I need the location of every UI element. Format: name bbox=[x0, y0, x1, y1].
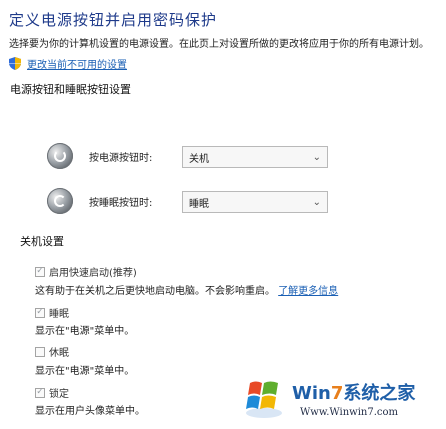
shutdown-settings-heading: 关机设置 bbox=[20, 235, 64, 248]
hibernate-checkbox[interactable] bbox=[35, 346, 45, 357]
lock-description: 显示在用户头像菜单中。 bbox=[35, 406, 145, 417]
sleep-button-label: 按睡眠按钮时: bbox=[89, 197, 153, 209]
sleep-description: 显示在"电源"菜单中。 bbox=[35, 326, 135, 337]
lock-checkbox[interactable]: ✓ bbox=[35, 387, 45, 398]
watermark-url: Www.Winwin7.com bbox=[300, 407, 398, 418]
windows-flag-icon bbox=[246, 381, 282, 418]
fast-startup-checkbox[interactable]: ✓ bbox=[35, 266, 45, 277]
chevron-down-icon: ⌄ bbox=[312, 151, 321, 163]
sleep-button-icon bbox=[47, 188, 73, 214]
hibernate-description: 显示在"电源"菜单中。 bbox=[35, 366, 135, 377]
sleep-label: 睡眠 bbox=[49, 309, 69, 320]
power-button-action-select[interactable]: 关机 ⌄ bbox=[182, 146, 328, 168]
power-button-row: 按电源按钮时: bbox=[47, 142, 181, 170]
sleep-option[interactable]: ✓ 睡眠 bbox=[35, 305, 69, 320]
hibernate-option[interactable]: 休眠 bbox=[35, 344, 69, 359]
fast-startup-desc-text: 这有助于在关机之后更快地启动电脑。不会影响重启。 bbox=[35, 286, 275, 297]
power-button-action-value: 关机 bbox=[189, 153, 209, 165]
watermark-brand-suffix: 系统之家 bbox=[343, 383, 416, 404]
hibernate-label: 休眠 bbox=[49, 348, 69, 359]
shield-icon bbox=[9, 57, 21, 70]
sleep-button-row: 按睡眠按钮时: bbox=[47, 187, 181, 215]
fast-startup-description: 这有助于在关机之后更快地启动电脑。不会影响重启。 了解更多信息 bbox=[35, 282, 338, 297]
sleep-checkbox[interactable]: ✓ bbox=[35, 307, 45, 318]
fast-startup-label: 启用快速启动(推荐) bbox=[49, 268, 137, 279]
watermark-brand-prefix: Win bbox=[292, 383, 331, 404]
lock-option[interactable]: ✓ 锁定 bbox=[35, 385, 69, 400]
page-title: 定义电源按钮并启用密码保护 bbox=[9, 11, 218, 29]
power-button-icon bbox=[47, 143, 73, 169]
watermark-brand: Win7系统之家 bbox=[292, 379, 415, 405]
change-unavailable-settings-link[interactable]: 更改当前不可用的设置 bbox=[9, 56, 127, 71]
change-settings-link-label[interactable]: 更改当前不可用的设置 bbox=[27, 56, 127, 71]
sleep-button-action-value: 睡眠 bbox=[189, 198, 209, 210]
watermark-brand-seven: 7 bbox=[330, 383, 344, 404]
power-button-section-heading: 电源按钮和睡眠按钮设置 bbox=[10, 83, 131, 96]
learn-more-link[interactable]: 了解更多信息 bbox=[278, 286, 338, 297]
sleep-button-action-select[interactable]: 睡眠 ⌄ bbox=[182, 191, 328, 213]
lock-label: 锁定 bbox=[49, 389, 69, 400]
win7-watermark-logo: Win7系统之家 Www.Winwin7.com bbox=[244, 375, 440, 423]
fast-startup-option[interactable]: ✓ 启用快速启动(推荐) bbox=[35, 264, 137, 279]
power-button-label: 按电源按钮时: bbox=[89, 152, 153, 164]
chevron-down-icon: ⌄ bbox=[312, 196, 321, 208]
page-description: 选择要为你的计算机设置的电源设置。在此页上对设置所做的更改将应用于你的所有电源计… bbox=[9, 39, 429, 50]
